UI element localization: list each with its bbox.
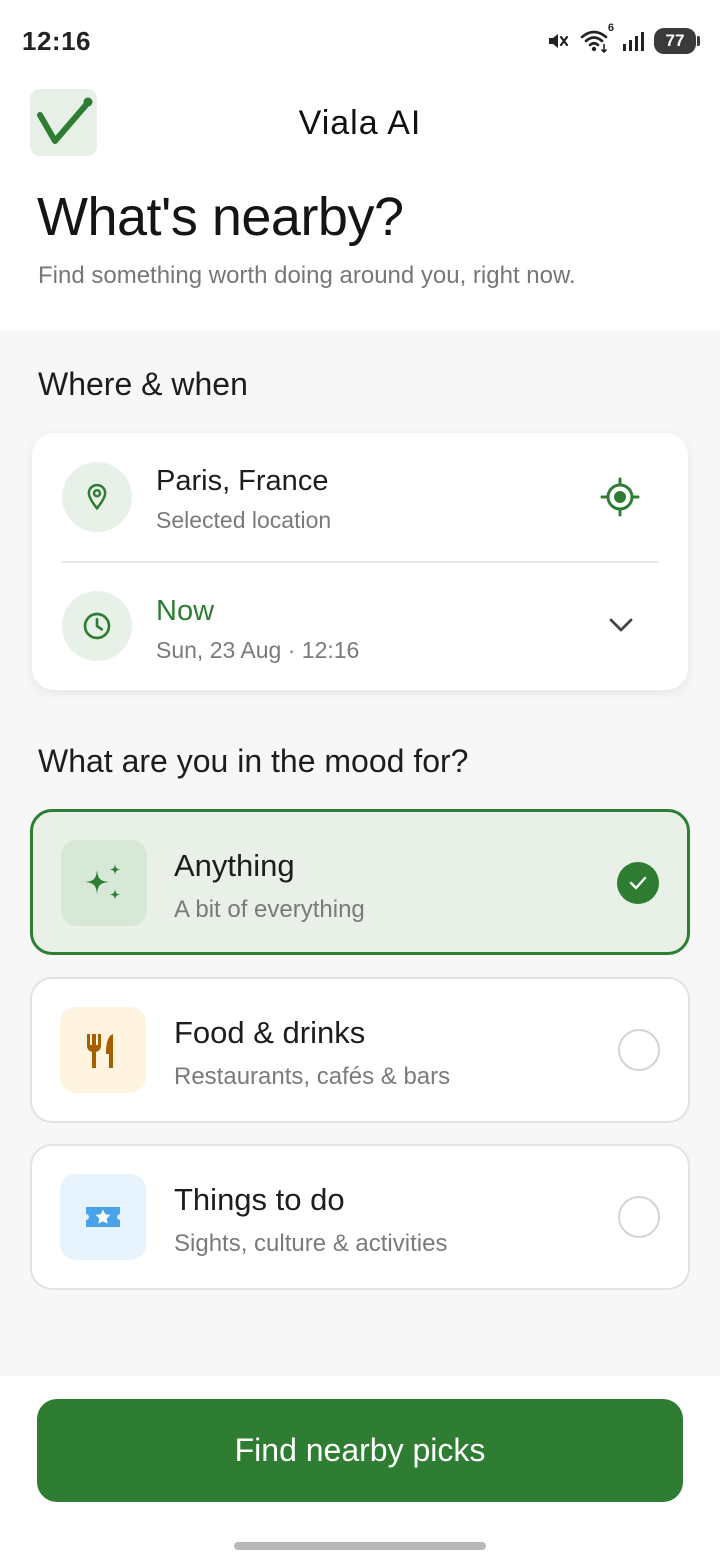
page-subtitle: Find something worth doing around you, r… <box>38 262 576 289</box>
chevron-down-icon[interactable] <box>607 615 635 640</box>
mood-subtitle: Sights, culture & activities <box>174 1230 448 1257</box>
clock-icon <box>83 612 111 640</box>
time-title: Now <box>156 595 215 627</box>
radio-button[interactable] <box>618 1029 660 1071</box>
location-row[interactable]: Paris, France Selected location <box>32 433 688 561</box>
status-bar: 12:16 6 77 <box>0 0 720 80</box>
mood-subtitle: Restaurants, cafés & bars <box>174 1063 451 1090</box>
where-when-heading: Where & when <box>38 366 248 402</box>
sparkles-icon-tile <box>61 840 147 926</box>
mood-title: Anything <box>174 848 295 883</box>
mood-option-anything[interactable]: Anything A bit of everything <box>30 809 690 955</box>
time-subtitle: Sun, 23 Aug · 12:16 <box>156 637 360 663</box>
mood-title: Food & drinks <box>174 1015 366 1050</box>
mood-title: Things to do <box>174 1182 345 1217</box>
app-title: Viala AI <box>298 104 422 142</box>
time-row[interactable]: Now Sun, 23 Aug · 12:16 <box>32 563 688 690</box>
radio-button[interactable] <box>618 1196 660 1238</box>
mood-option-things-to-do[interactable]: Things to do Sights, culture & activitie… <box>30 1144 690 1290</box>
wifi-icon: 6 <box>580 22 614 54</box>
home-indicator[interactable] <box>234 1542 486 1550</box>
ticket-icon-tile <box>60 1174 146 1260</box>
mood-heading: What are you in the mood for? <box>38 743 469 779</box>
mute-icon <box>546 29 570 53</box>
my-location-icon[interactable] <box>600 477 640 522</box>
page-title: What's nearby? <box>37 187 404 247</box>
wifi-badge: 6 <box>607 22 614 34</box>
location-title: Paris, France <box>156 465 329 497</box>
signal-icon <box>622 30 644 52</box>
status-icons: 6 77 <box>546 22 700 56</box>
mood-option-food-drinks[interactable]: Food & drinks Restaurants, cafés & bars <box>30 977 690 1123</box>
time-icon-circle <box>62 591 132 661</box>
mood-subtitle: A bit of everything <box>174 896 365 923</box>
utensils-icon <box>86 1034 113 1068</box>
status-time: 12:16 <box>22 26 91 56</box>
battery-icon: 77 <box>654 28 700 54</box>
where-when-card: Paris, France Selected location Now Sun,… <box>32 433 688 690</box>
location-icon-circle <box>62 462 132 532</box>
sparkles-icon <box>85 864 121 900</box>
map-pin-icon <box>87 483 107 511</box>
selected-check-icon[interactable] <box>617 862 659 904</box>
utensils-icon-tile <box>60 1007 146 1093</box>
find-nearby-picks-button[interactable]: Find nearby picks <box>37 1399 683 1502</box>
ticket-icon <box>86 1207 120 1227</box>
location-subtitle: Selected location <box>156 507 332 533</box>
